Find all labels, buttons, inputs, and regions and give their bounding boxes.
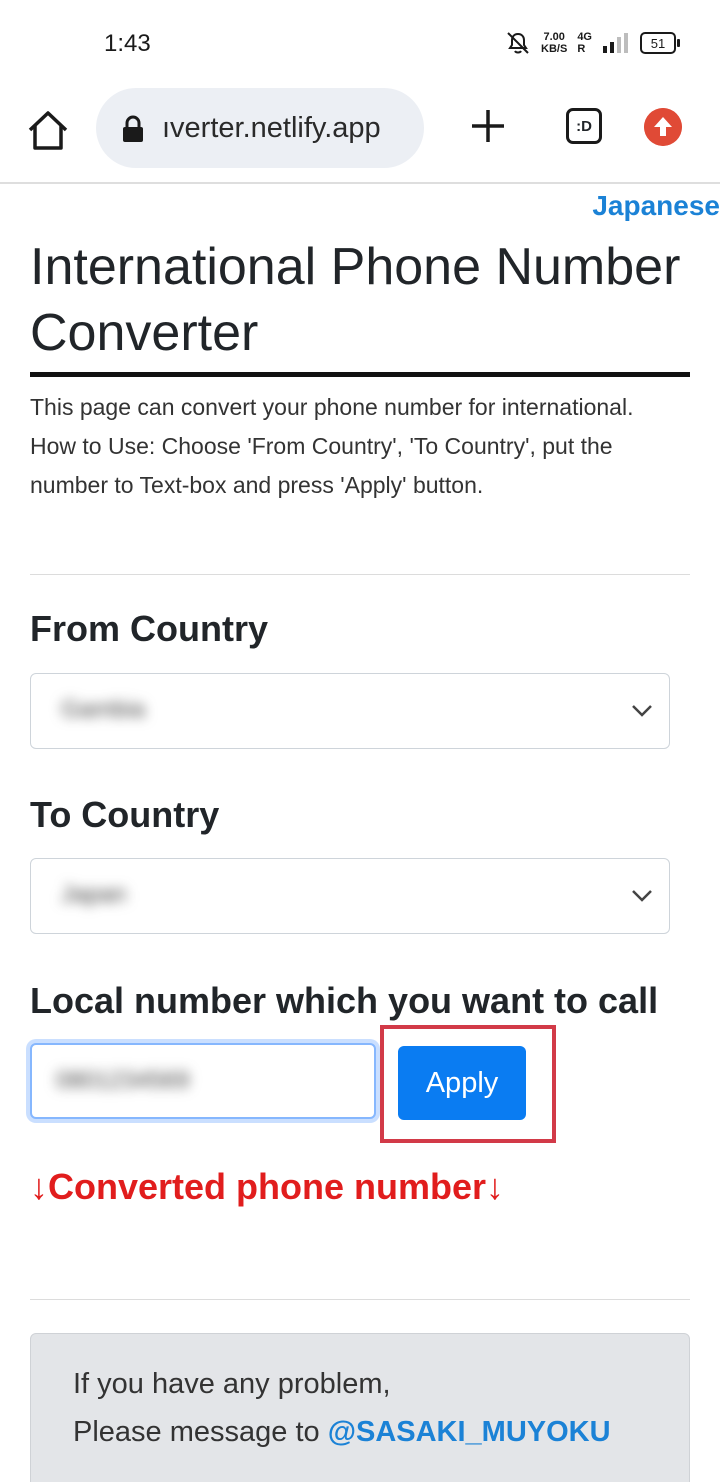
mute-bell-icon bbox=[507, 32, 529, 54]
url-text[interactable]: ıverter.netlify.app bbox=[162, 112, 381, 145]
browser-toolbar: ıverter.netlify.app :D bbox=[0, 86, 720, 184]
to-country-select[interactable]: Japan bbox=[30, 858, 670, 934]
contact-prefix: Please message to bbox=[73, 1416, 328, 1448]
local-number-label: Local number which you want to call bbox=[30, 980, 659, 1021]
home-icon[interactable] bbox=[26, 108, 70, 152]
contact-handle-link[interactable]: @SASAKI_MUYOKU bbox=[328, 1416, 611, 1448]
to-country-value: Japan bbox=[61, 881, 127, 908]
converted-number-label: ↓Converted phone number↓ bbox=[30, 1166, 505, 1207]
tabs-label: :D bbox=[576, 117, 592, 135]
highlight-box bbox=[380, 1025, 556, 1143]
from-country-label: From Country bbox=[30, 608, 268, 649]
description-line-2: How to Use: Choose 'From Country', 'To C… bbox=[30, 433, 613, 498]
local-number-value: 0801234569 bbox=[56, 1067, 190, 1094]
battery-level: 51 bbox=[650, 35, 666, 51]
plus-icon[interactable] bbox=[468, 106, 508, 146]
page-description: This page can convert your phone number … bbox=[30, 388, 690, 505]
from-country-value: Gambia bbox=[61, 696, 146, 723]
lock-icon bbox=[123, 115, 143, 142]
network-type: 4G R bbox=[577, 31, 592, 55]
page-title: International Phone Number Converter bbox=[30, 234, 690, 377]
update-icon[interactable] bbox=[644, 108, 682, 146]
status-icons: 7.00 KB/S 4G R 51 bbox=[505, 30, 680, 56]
signal-bars-icon bbox=[603, 33, 628, 53]
divider bbox=[30, 574, 690, 575]
language-link[interactable]: Japanese bbox=[592, 190, 720, 222]
tabs-icon[interactable]: :D bbox=[566, 108, 602, 144]
from-country-select[interactable]: Gambia bbox=[30, 673, 670, 749]
status-bar: 1:43 7.00 KB/S 4G R 51 bbox=[0, 0, 720, 86]
contact-line-2: Please message to @SASAKI_MUYOKU bbox=[73, 1416, 611, 1449]
divider bbox=[30, 1299, 690, 1300]
chevron-down-icon bbox=[632, 890, 652, 902]
status-time: 1:43 bbox=[104, 30, 151, 57]
local-number-input[interactable]: 0801234569 bbox=[30, 1043, 376, 1119]
to-country-label: To Country bbox=[30, 794, 220, 835]
description-line-1: This page can convert your phone number … bbox=[30, 394, 634, 420]
address-bar[interactable]: ıverter.netlify.app bbox=[96, 88, 424, 168]
network-speed: 7.00 KB/S bbox=[541, 31, 568, 55]
chevron-down-icon bbox=[632, 705, 652, 717]
battery-icon: 51 bbox=[640, 32, 680, 54]
contact-box: If you have any problem, Please message … bbox=[30, 1333, 690, 1482]
contact-line-1: If you have any problem, bbox=[73, 1368, 391, 1400]
